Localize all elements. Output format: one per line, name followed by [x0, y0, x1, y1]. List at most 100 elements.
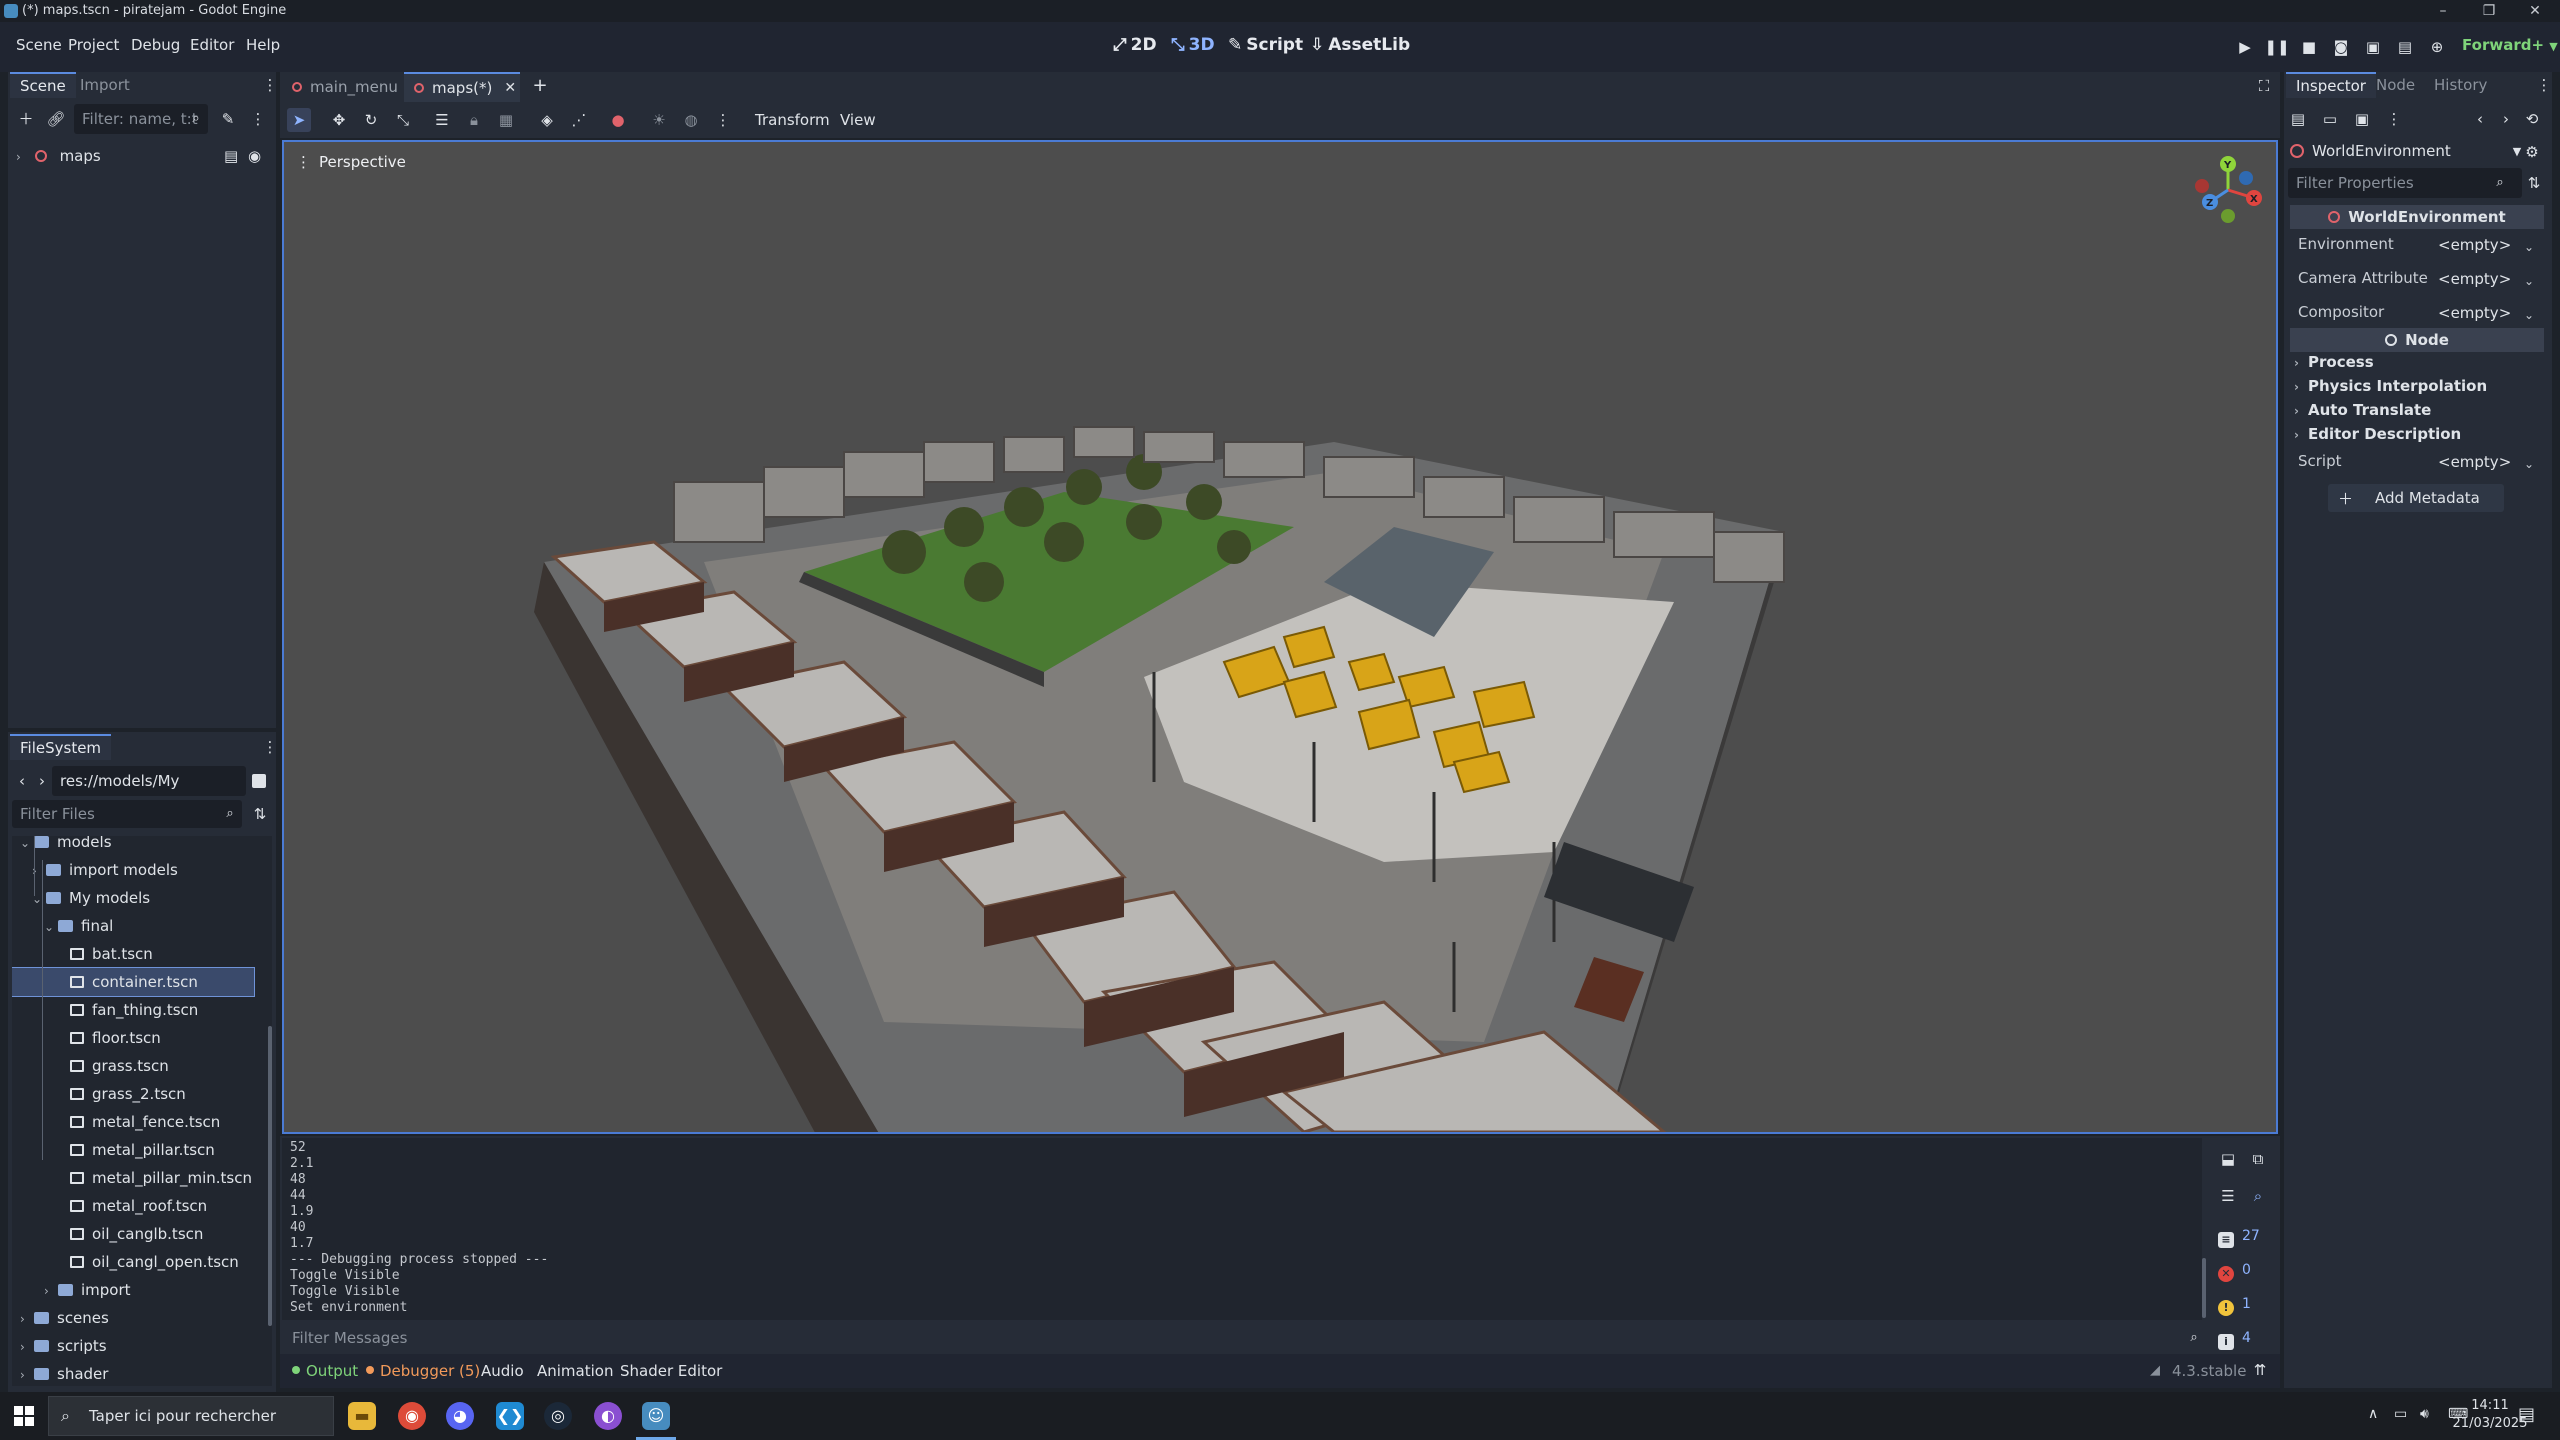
history-back-icon[interactable]: ‹	[2468, 107, 2492, 131]
file-row[interactable]: oil_cangl_open.tscn	[12, 1248, 254, 1276]
copy-output-icon[interactable]: ⧉	[2246, 1147, 2270, 1171]
open-folder-icon[interactable]: ▭	[2318, 107, 2342, 131]
taskbar-search-box[interactable]: ⌕ Taper ici pour rechercher	[48, 1396, 334, 1436]
movie-maker-button[interactable]: ⊕	[2424, 34, 2450, 60]
dock-menu-icon[interactable]: ⋮	[2532, 73, 2556, 97]
save-icon[interactable]: ▣	[2350, 107, 2374, 131]
tab-import[interactable]: Import	[70, 72, 140, 98]
file-row[interactable]: grass.tscn	[12, 1052, 254, 1080]
tab-inspector[interactable]: Inspector	[2286, 72, 2376, 98]
chevron-down-icon[interactable]: ⌄	[20, 836, 34, 857]
network-icon[interactable]: ▭	[2394, 1406, 2407, 1422]
menu-scene[interactable]: Scene	[16, 36, 62, 54]
3d-viewport[interactable]: ⋮ Perspective Y X Z	[282, 140, 2278, 1134]
notifications-icon[interactable]: ▤	[2518, 1404, 2535, 1425]
tab-debugger[interactable]: Debugger (5)	[366, 1362, 480, 1380]
tab-animation[interactable]: Animation	[537, 1362, 613, 1380]
local-space-icon[interactable]: ◈	[535, 108, 559, 132]
scale-tool-icon[interactable]: ⤡	[391, 108, 415, 132]
maximize-button[interactable]: ❐	[2466, 0, 2512, 22]
file-row[interactable]: grass_2.tscn	[12, 1080, 254, 1108]
prop-compositor-value[interactable]: <empty>	[2438, 304, 2511, 322]
chevron-right-icon[interactable]: ›	[20, 1333, 34, 1361]
list-select-icon[interactable]: ☰	[430, 108, 454, 132]
chevron-down-icon[interactable]: ⌄	[44, 913, 58, 941]
section-process[interactable]: › Process	[2294, 353, 2374, 371]
file-filter-input[interactable]: Filter Files	[12, 800, 242, 828]
section-physics-interpolation[interactable]: › Physics Interpolation	[2294, 377, 2487, 395]
file-row[interactable]: metal_pillar.tscn	[12, 1136, 254, 1164]
selected-node-selector[interactable]: WorldEnvironment ▼	[2290, 138, 2521, 164]
rotate-tool-icon[interactable]: ↻	[359, 108, 383, 132]
transform-menu[interactable]: Transform	[755, 111, 830, 129]
menu-editor[interactable]: Editor	[190, 36, 234, 54]
tab-scene[interactable]: Scene	[10, 72, 76, 98]
snap-icon[interactable]: ⋰	[567, 108, 591, 132]
path-field[interactable]: res://models/My models/fin	[52, 766, 246, 820]
steam-icon[interactable]: ◎	[544, 1402, 572, 1430]
file-row[interactable]: floor.tscn	[12, 1024, 254, 1052]
menu-help[interactable]: Help	[246, 36, 280, 54]
lock-icon[interactable]: 🔒︎	[462, 108, 486, 132]
play-custom-scene-button[interactable]: ▤	[2392, 34, 2418, 60]
distraction-free-icon[interactable]: ⛶	[2252, 74, 2276, 98]
property-sort-icon[interactable]: ⇅	[2522, 171, 2546, 195]
volume-icon[interactable]: 🔊︎	[2420, 1406, 2429, 1422]
folder-row[interactable]: › import	[12, 1276, 254, 1304]
folder-row[interactable]: ⌄ My models	[12, 884, 254, 912]
github-desktop-icon[interactable]: ◐	[594, 1402, 622, 1430]
windows-start-icon[interactable]	[14, 1406, 34, 1426]
filesystem-menu-icon[interactable]: ⋮	[258, 735, 282, 759]
output-log[interactable]: 52 2.1 48 44 1.9 40 1.7 --- Debugging process s…	[282, 1138, 2202, 1320]
environment-preview-icon[interactable]: ◍	[679, 108, 703, 132]
warnings-toggle[interactable]: ! 1	[2214, 1290, 2272, 1318]
script-icon[interactable]: ▤	[224, 142, 238, 170]
folder-row[interactable]: › shader	[12, 1360, 254, 1386]
godot-taskbar-icon[interactable]: ☺	[642, 1402, 670, 1430]
scene-tree-root[interactable]: › maps ▤ ◉	[16, 142, 272, 170]
close-window-button[interactable]: ✕	[2512, 0, 2558, 22]
file-explorer-icon[interactable]: ▬	[348, 1402, 376, 1430]
visibility-eye-icon[interactable]: ◉	[248, 142, 261, 170]
new-resource-icon[interactable]: ▤	[2286, 107, 2310, 131]
chevron-down-icon[interactable]: ⌄	[2524, 308, 2534, 322]
file-row[interactable]: fan_thing.tscn	[12, 996, 254, 1024]
vscode-icon[interactable]: ❮❯	[496, 1402, 524, 1430]
menu-project[interactable]: Project	[68, 36, 119, 54]
object-properties-icon[interactable]: ⚙	[2520, 140, 2544, 164]
sort-icon[interactable]: ⇅	[248, 802, 272, 826]
group-icon[interactable]: ▦	[494, 108, 518, 132]
tab-main-menu[interactable]: main_menu	[292, 72, 398, 102]
tab-output[interactable]: Output	[292, 1362, 358, 1380]
workspace-assetlib-button[interactable]: ⇩ AssetLib	[1310, 35, 1410, 55]
object-history-icon[interactable]: ⟲	[2520, 107, 2544, 131]
dock-menu-icon[interactable]: ⋮	[258, 73, 282, 97]
workspace-script-button[interactable]: ✎ Script	[1228, 35, 1303, 55]
attach-script-button[interactable]: ✎	[216, 107, 240, 131]
file-row[interactable]: oil_canglb.tscn	[12, 1220, 254, 1248]
chevron-down-icon[interactable]: ⌄	[2524, 240, 2534, 254]
tab-node[interactable]: Node	[2366, 72, 2425, 98]
play-scene-button[interactable]: ▣	[2360, 34, 2386, 60]
folder-row[interactable]: › scripts	[12, 1332, 254, 1360]
axis-gizmo[interactable]: Y X Z	[2188, 152, 2268, 232]
scrollbar[interactable]	[268, 1026, 272, 1326]
add-scene-tab-button[interactable]: +	[528, 74, 552, 98]
file-row[interactable]: metal_pillar_min.tscn	[12, 1164, 254, 1192]
tray-chevron-icon[interactable]: ∧	[2368, 1406, 2378, 1422]
forward-arrow-icon[interactable]: ›	[30, 769, 54, 793]
renderer-select[interactable]: Forward+ ▼	[2462, 36, 2558, 54]
view-menu[interactable]: View	[840, 111, 876, 129]
tab-maps[interactable]: maps(*) ✕	[404, 72, 520, 102]
camera-override-icon[interactable]: ●	[606, 108, 630, 132]
close-tab-icon[interactable]: ✕	[504, 80, 516, 96]
pin-panel-icon[interactable]: ⇈	[2248, 1358, 2272, 1382]
sun-preview-icon[interactable]: ☀	[647, 108, 671, 132]
pause-button[interactable]: ❚❚	[2264, 34, 2290, 60]
split-view-icon[interactable]	[252, 774, 266, 788]
inspector-menu-icon[interactable]: ⋮	[2382, 107, 2406, 131]
chevron-down-icon[interactable]: ⌄	[2524, 457, 2534, 471]
settings-kebab-icon[interactable]: ⋮	[711, 108, 735, 132]
prop-script-value[interactable]: <empty>	[2438, 453, 2511, 471]
output-scrollbar[interactable]	[2202, 1258, 2206, 1318]
